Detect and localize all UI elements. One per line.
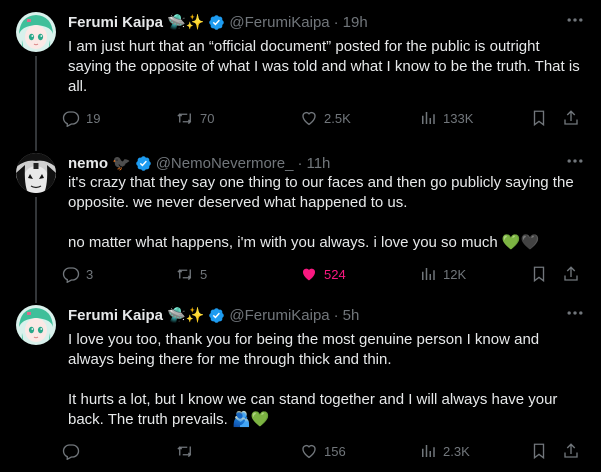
views-button[interactable]: 2.3K — [419, 441, 470, 461]
tweet-header: nemo 🐦‍⬛ @NemoNevermore_ · 11h — [68, 153, 330, 173]
views-button[interactable]: 133K — [419, 108, 473, 128]
timestamp[interactable]: 19h — [343, 14, 368, 31]
repost-button[interactable]: 70 — [176, 108, 214, 128]
tweet-header: Ferumi Kaipa 🛸✨ @FerumiKaipa · 5h — [68, 305, 359, 325]
display-name[interactable]: Ferumi Kaipa — [68, 14, 163, 31]
tweet-header: Ferumi Kaipa 🛸✨ @FerumiKaipa · 19h — [68, 12, 368, 32]
bookmark-icon — [533, 443, 545, 460]
reply-icon — [62, 267, 80, 283]
like-button[interactable]: 156 — [300, 441, 346, 461]
display-name[interactable]: nemo — [68, 155, 108, 172]
like-count: 524 — [324, 266, 346, 282]
reply-icon — [62, 111, 80, 127]
like-button[interactable]: 2.5K — [300, 108, 351, 128]
handle[interactable]: @NemoNevermore_ — [156, 155, 294, 172]
bookmark-icon — [533, 110, 545, 127]
share-icon — [564, 443, 578, 458]
reply-button[interactable]: 3 — [62, 264, 93, 284]
like-count: 2.5K — [324, 110, 351, 126]
tweet-text: I am just hurt that an “official documen… — [68, 37, 583, 97]
view-count: 12K — [443, 266, 467, 282]
view-count: 133K — [443, 110, 474, 126]
avatar[interactable] — [16, 305, 56, 345]
handle[interactable]: @FerumiKaipa — [229, 307, 329, 324]
bookmark-button[interactable] — [530, 441, 548, 461]
views-icon — [422, 268, 435, 280]
thread-line — [35, 197, 37, 293]
share-button[interactable] — [562, 108, 580, 128]
bookmark-button[interactable] — [530, 108, 548, 128]
repost-button[interactable]: 5 — [176, 264, 207, 284]
verified-badge-icon[interactable] — [208, 14, 225, 31]
thread-line — [35, 141, 37, 151]
repost-button[interactable] — [176, 441, 200, 461]
separator-dot: · — [297, 154, 303, 172]
share-button[interactable] — [562, 441, 580, 461]
verified-badge-icon[interactable] — [208, 307, 225, 324]
display-name[interactable]: Ferumi Kaipa — [68, 307, 163, 324]
bookmark-icon — [533, 266, 545, 283]
tweet-thread: Ferumi Kaipa 🛸✨ @FerumiKaipa · 19h I am … — [0, 0, 601, 472]
like-button[interactable]: 524 — [300, 264, 346, 284]
like-count: 156 — [324, 443, 346, 459]
tweet-paragraph: I love you too, thank you for being the … — [68, 331, 540, 368]
repost-count: 5 — [200, 266, 208, 282]
action-bar: 156 2.3K — [62, 441, 585, 461]
more-options-icon[interactable] — [565, 10, 585, 30]
separator-dot: · — [333, 306, 339, 324]
share-icon — [564, 266, 578, 281]
views-icon — [422, 112, 435, 124]
view-count: 2.3K — [443, 443, 470, 459]
heart-filled-icon — [302, 268, 316, 281]
repost-icon — [177, 113, 192, 125]
tweet-paragraph: I am just hurt that an “official documen… — [68, 38, 580, 95]
name-emoji: 🐦‍⬛ — [112, 155, 131, 172]
tweet-text: it's crazy that they say one thing to ou… — [68, 173, 583, 253]
tweet-1[interactable]: Ferumi Kaipa 🛸✨ @FerumiKaipa · 19h I am … — [0, 0, 601, 141]
repost-count: 70 — [200, 110, 215, 126]
name-emoji: 🛸✨ — [167, 307, 205, 324]
separator-dot: · — [333, 13, 339, 31]
tweet-text: I love you too, thank you for being the … — [68, 330, 583, 430]
reply-button[interactable]: 19 — [62, 108, 100, 128]
share-icon — [564, 110, 578, 125]
avatar[interactable] — [16, 12, 56, 52]
tweet-paragraph: no matter what happens, i'm with you alw… — [68, 234, 540, 251]
share-button[interactable] — [562, 264, 580, 284]
more-options-icon[interactable] — [565, 303, 585, 323]
reply-count: 3 — [86, 266, 94, 282]
name-emoji: 🛸✨ — [167, 14, 205, 31]
handle[interactable]: @FerumiKaipa — [229, 14, 329, 31]
repost-icon — [177, 446, 192, 458]
views-button[interactable]: 12K — [419, 264, 466, 284]
avatar[interactable] — [16, 153, 56, 193]
bookmark-button[interactable] — [530, 264, 548, 284]
heart-icon — [302, 444, 316, 459]
tweet-paragraph: it's crazy that they say one thing to ou… — [68, 174, 574, 211]
more-options-icon[interactable] — [565, 151, 585, 171]
tweet-2[interactable]: nemo 🐦‍⬛ @NemoNevermore_ · 11h it's craz… — [0, 141, 601, 293]
verified-badge-icon[interactable] — [135, 155, 152, 172]
views-icon — [422, 445, 435, 457]
tweet-paragraph: It hurts a lot, but I know we can stand … — [68, 391, 558, 428]
thread-line — [35, 56, 37, 141]
heart-icon — [302, 111, 316, 126]
repost-icon — [177, 269, 192, 281]
action-bar: 19 70 2.5K 133K — [62, 108, 585, 128]
timestamp[interactable]: 11h — [306, 155, 330, 172]
tweet-3[interactable]: Ferumi Kaipa 🛸✨ @FerumiKaipa · 5h I love… — [0, 293, 601, 472]
reply-count: 19 — [86, 110, 101, 126]
action-bar: 3 5 524 12K — [62, 264, 585, 284]
timestamp[interactable]: 5h — [343, 307, 360, 324]
thread-line — [35, 293, 37, 303]
reply-button[interactable] — [62, 441, 86, 461]
reply-icon — [62, 444, 80, 460]
